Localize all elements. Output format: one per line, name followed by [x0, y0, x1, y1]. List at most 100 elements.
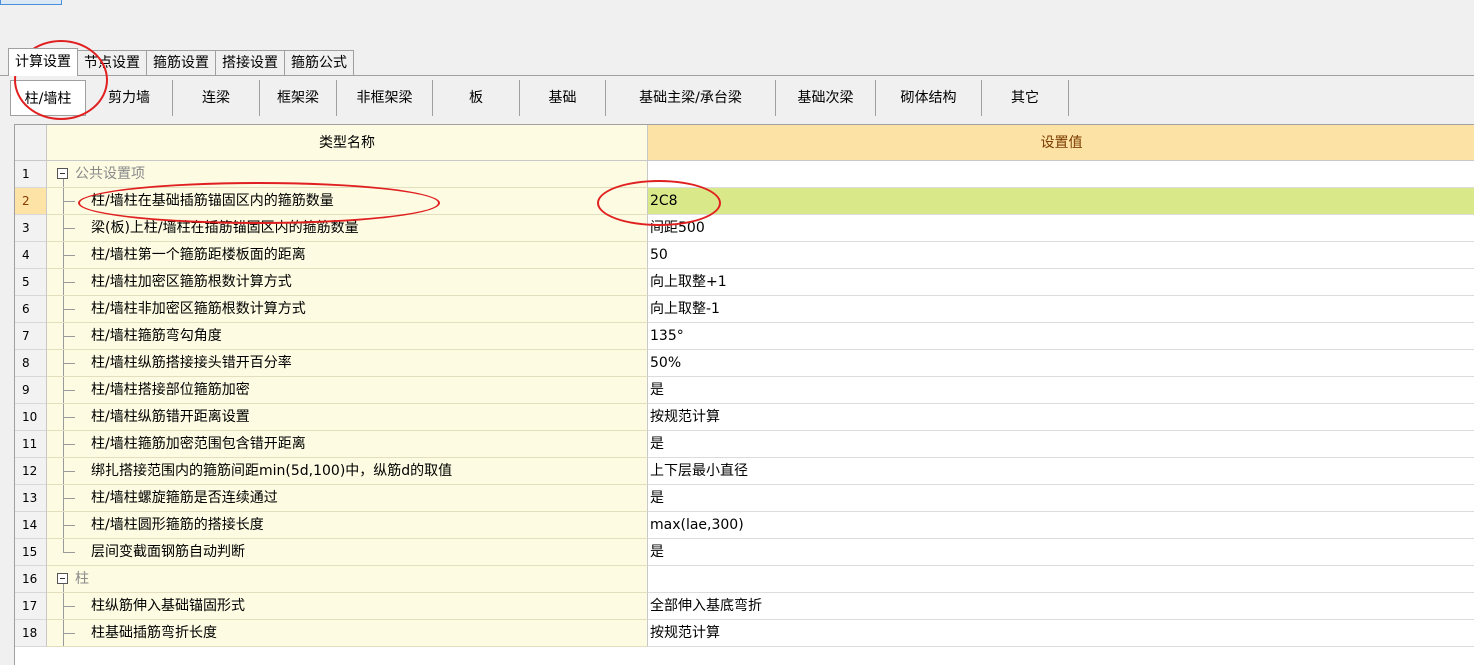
grid-row[interactable]: 11 柱/墙柱箍筋加密范围包含错开距离 是 — [15, 431, 1474, 458]
row-name-cell: 柱/墙柱搭接部位箍筋加密 — [47, 377, 648, 404]
tab-stirrup-formula[interactable]: 箍筋公式 — [284, 50, 354, 76]
tree-branch — [63, 633, 75, 634]
row-number: 16 — [15, 566, 47, 593]
subtab-slab[interactable]: 板 — [433, 80, 520, 116]
subtab-masonry[interactable]: 砌体结构 — [876, 80, 982, 116]
row-value[interactable]: 全部伸入基底弯折 — [648, 593, 1474, 620]
row-name-cell: 柱纵筋伸入基础锚固形式 — [47, 593, 648, 620]
row-value[interactable]: 是 — [648, 539, 1474, 566]
tree-branch — [63, 363, 75, 364]
tab-node-settings[interactable]: 节点设置 — [77, 50, 147, 76]
row-name: 柱基础插筋弯折长度 — [91, 625, 217, 641]
row-name: 柱/墙柱纵筋搭接接头错开百分率 — [91, 355, 292, 371]
row-name: 柱/墙柱第一个箍筋距楼板面的距离 — [91, 247, 306, 263]
subtab-other[interactable]: 其它 — [982, 80, 1069, 116]
row-value[interactable]: 是 — [648, 377, 1474, 404]
subtab-shear-wall[interactable]: 剪力墙 — [86, 80, 173, 116]
grid-row-group[interactable]: 16 柱 — [15, 566, 1474, 593]
row-name: 柱/墙柱圆形箍筋的搭接长度 — [91, 517, 264, 533]
tree-line — [63, 179, 64, 187]
row-name: 柱/墙柱螺旋箍筋是否连续通过 — [91, 490, 278, 506]
tree-branch — [63, 282, 75, 283]
grid-row[interactable]: 6 柱/墙柱非加密区箍筋根数计算方式 向上取整-1 — [15, 296, 1474, 323]
toolbar-button-fragment[interactable] — [0, 0, 62, 5]
grid-row[interactable]: 7 柱/墙柱箍筋弯勾角度 135° — [15, 323, 1474, 350]
grid-row[interactable]: 10 柱/墙柱纵筋错开距离设置 按规范计算 — [15, 404, 1474, 431]
row-name-cell: 柱/墙柱非加密区箍筋根数计算方式 — [47, 296, 648, 323]
row-number: 14 — [15, 512, 47, 539]
row-value[interactable]: 间距500 — [648, 215, 1474, 242]
main-tab-bar: 计算设置 节点设置 箍筋设置 搭接设置 箍筋公式 — [8, 48, 354, 76]
row-name: 柱/墙柱加密区箍筋根数计算方式 — [91, 274, 292, 290]
tab-stirrup-settings[interactable]: 箍筋设置 — [146, 50, 216, 76]
subtab-coupling-beam[interactable]: 连梁 — [173, 80, 260, 116]
row-number: 5 — [15, 269, 47, 296]
subtab-foundation-main-beam[interactable]: 基础主梁/承台梁 — [606, 80, 776, 116]
row-name-cell: 柱/墙柱箍筋弯勾角度 — [47, 323, 648, 350]
row-name-cell: 柱/墙柱圆形箍筋的搭接长度 — [47, 512, 648, 539]
subtab-column[interactable]: 柱/墙柱 — [10, 80, 86, 116]
row-name: 柱/墙柱箍筋弯勾角度 — [91, 328, 222, 344]
grid-row[interactable]: 4 柱/墙柱第一个箍筋距楼板面的距离 50 — [15, 242, 1474, 269]
grid-row[interactable]: 17 柱纵筋伸入基础锚固形式 全部伸入基底弯折 — [15, 593, 1474, 620]
subtab-foundation-secondary-beam[interactable]: 基础次梁 — [776, 80, 876, 116]
tree-branch — [63, 309, 75, 310]
subtab-nonframe-beam[interactable]: 非框架梁 — [337, 80, 433, 116]
tree-branch — [63, 525, 75, 526]
grid-row[interactable]: 12 绑扎搭接范围内的箍筋间距min(5d,100)中，纵筋d的取值 上下层最小… — [15, 458, 1474, 485]
row-name: 绑扎搭接范围内的箍筋间距min(5d,100)中，纵筋d的取值 — [91, 463, 453, 479]
grid-row[interactable]: 3 梁(板)上柱/墙柱在插筋锚固区内的箍筋数量 间距500 — [15, 215, 1474, 242]
row-number: 18 — [15, 620, 47, 647]
tree-branch — [63, 552, 75, 553]
sub-tab-bar: 柱/墙柱 剪力墙 连梁 框架梁 非框架梁 板 基础 基础主梁/承台梁 基础次梁 … — [10, 78, 1069, 118]
subtab-frame-beam[interactable]: 框架梁 — [260, 80, 337, 116]
tree-branch — [63, 471, 75, 472]
row-name: 柱/墙柱非加密区箍筋根数计算方式 — [91, 301, 306, 317]
row-value[interactable]: 50% — [648, 350, 1474, 377]
grid-header: 类型名称 设置值 — [15, 125, 1474, 161]
row-value[interactable]: 是 — [648, 431, 1474, 458]
column-header-name[interactable]: 类型名称 — [47, 125, 648, 161]
grid-row[interactable]: 2 柱/墙柱在基础插筋锚固区内的箍筋数量 2C8 — [15, 188, 1474, 215]
row-name-cell: 柱/墙柱加密区箍筋根数计算方式 — [47, 269, 648, 296]
row-number: 7 — [15, 323, 47, 350]
row-value[interactable]: 135° — [648, 323, 1474, 350]
row-value[interactable] — [648, 161, 1474, 188]
grid-row-group[interactable]: 1 公共设置项 — [15, 161, 1474, 188]
tree-branch — [63, 228, 75, 229]
tab-calc-settings[interactable]: 计算设置 — [8, 48, 78, 76]
row-value[interactable]: 按规范计算 — [648, 404, 1474, 431]
subtab-foundation[interactable]: 基础 — [520, 80, 606, 116]
row-value[interactable]: max(lae,300) — [648, 512, 1474, 539]
grid-row[interactable]: 13 柱/墙柱螺旋箍筋是否连续通过 是 — [15, 485, 1474, 512]
row-name: 柱/墙柱箍筋加密范围包含错开距离 — [91, 436, 306, 452]
row-number: 4 — [15, 242, 47, 269]
row-value[interactable]: 是 — [648, 485, 1474, 512]
grid-row[interactable]: 14 柱/墙柱圆形箍筋的搭接长度 max(lae,300) — [15, 512, 1474, 539]
row-value[interactable]: 上下层最小直径 — [648, 458, 1474, 485]
row-number: 11 — [15, 431, 47, 458]
grid-row[interactable]: 15 层间变截面钢筋自动判断 是 — [15, 539, 1474, 566]
row-value[interactable]: 向上取整-1 — [648, 296, 1474, 323]
row-name-cell: 柱/墙柱纵筋搭接接头错开百分率 — [47, 350, 648, 377]
grid-row[interactable]: 8 柱/墙柱纵筋搭接接头错开百分率 50% — [15, 350, 1474, 377]
row-name: 柱/墙柱搭接部位箍筋加密 — [91, 382, 250, 398]
row-number: 6 — [15, 296, 47, 323]
row-value[interactable] — [648, 566, 1474, 593]
tab-lap-settings[interactable]: 搭接设置 — [215, 50, 285, 76]
collapse-icon[interactable] — [57, 573, 68, 584]
collapse-icon[interactable] — [57, 168, 68, 179]
row-value[interactable]: 向上取整+1 — [648, 269, 1474, 296]
row-value[interactable]: 2C8 — [648, 188, 1474, 215]
row-number: 3 — [15, 215, 47, 242]
grid-row[interactable]: 9 柱/墙柱搭接部位箍筋加密 是 — [15, 377, 1474, 404]
column-header-value[interactable]: 设置值 — [648, 125, 1474, 161]
grid-row[interactable]: 5 柱/墙柱加密区箍筋根数计算方式 向上取整+1 — [15, 269, 1474, 296]
grid-row[interactable]: 18 柱基础插筋弯折长度 按规范计算 — [15, 620, 1474, 647]
tree-branch — [63, 498, 75, 499]
row-name-cell: 柱/墙柱在基础插筋锚固区内的箍筋数量 — [47, 188, 648, 215]
tree-branch — [63, 255, 75, 256]
row-number: 1 — [15, 161, 47, 188]
row-value[interactable]: 按规范计算 — [648, 620, 1474, 647]
row-value[interactable]: 50 — [648, 242, 1474, 269]
